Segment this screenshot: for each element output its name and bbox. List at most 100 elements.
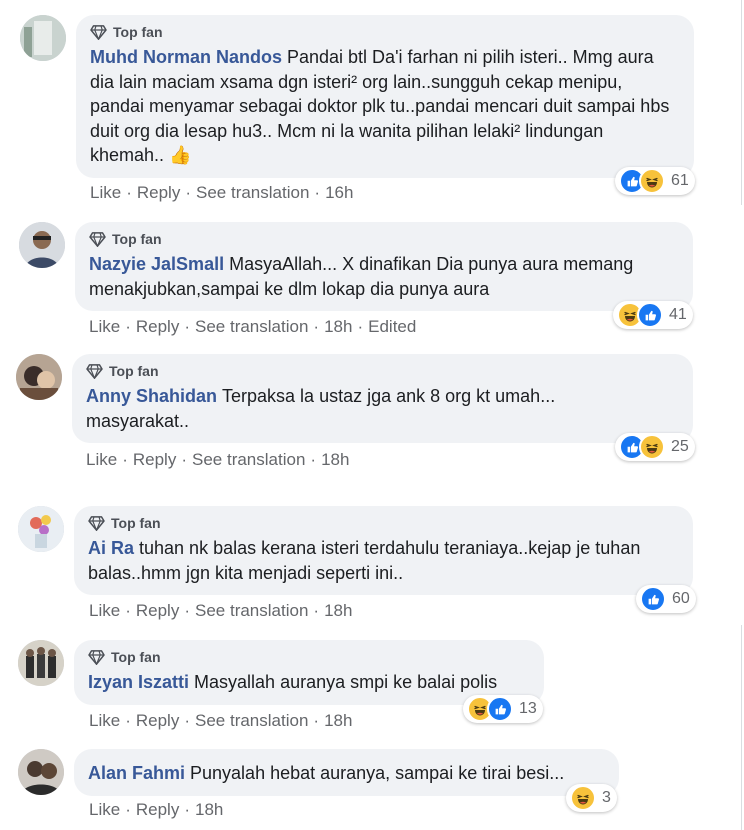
comment-text: Ai Ra tuhan nk balas kerana isteri terdah… (88, 536, 648, 585)
comment-text: Alan Fahmi Punyalah hebat auranya, sampai… (88, 761, 605, 786)
top-fan-badge: Top fan (88, 513, 679, 533)
thumbs-up-emoji: 👍 (169, 145, 192, 165)
separator: · (122, 450, 128, 469)
avatar-image (19, 222, 65, 268)
reply-link[interactable]: Reply (133, 450, 176, 470)
reply-link[interactable]: Reply (136, 317, 179, 337)
top-fan-badge: Top fan (88, 647, 530, 667)
reaction-count: 41 (669, 306, 687, 323)
separator: · (185, 183, 191, 202)
comment-text: Anny Shahidan Terpaksa la ustaz jga ank 8… (86, 384, 626, 433)
diamond-icon (88, 516, 105, 531)
reaction-summary[interactable]: 3 (566, 784, 617, 812)
reaction-count: 25 (671, 438, 689, 455)
haha-reaction-icon (639, 434, 665, 460)
edited-label[interactable]: Edited (368, 317, 416, 337)
like-link[interactable]: Like (89, 601, 120, 621)
reaction-summary[interactable]: 41 (613, 301, 693, 329)
top-fan-label: Top fan (111, 649, 161, 665)
reaction-summary[interactable]: 13 (463, 695, 543, 723)
avatar[interactable] (16, 354, 62, 400)
see-translation-link[interactable]: See translation (195, 601, 308, 621)
avatar-image (18, 640, 64, 686)
like-link[interactable]: Like (89, 711, 120, 731)
separator: · (184, 711, 190, 730)
comment-text: Nazyie JalSmall MasyaAllah... X dinafikan… (89, 252, 679, 301)
haha-reaction-icon (639, 168, 665, 194)
comment-bubble: Alan Fahmi Punyalah hebat auranya, sampai… (74, 749, 619, 796)
commenter-name[interactable]: Izyan Iszatti (88, 672, 189, 692)
avatar-image (20, 15, 66, 61)
reply-link[interactable]: Reply (136, 601, 179, 621)
timestamp[interactable]: 18h (321, 450, 349, 470)
separator: · (125, 317, 131, 336)
reaction-summary[interactable]: 25 (615, 433, 695, 461)
separator: · (313, 601, 320, 620)
see-translation-link[interactable]: See translation (192, 450, 305, 470)
comment-bubble: Top fan Nazyie JalSmall MasyaAllah... X d… (75, 222, 693, 311)
reply-link[interactable]: Reply (136, 800, 179, 820)
timestamp[interactable]: 18h (324, 317, 352, 337)
reaction-count: 13 (519, 700, 537, 717)
see-translation-link[interactable]: See translation (195, 317, 308, 337)
comment-actions: Like · Reply · See translation · 18h (89, 601, 352, 621)
like-reaction-icon (487, 696, 513, 722)
reaction-count: 3 (602, 789, 611, 806)
timestamp[interactable]: 18h (324, 601, 352, 621)
separator: · (125, 711, 131, 730)
commenter-name[interactable]: Nazyie JalSmall (89, 254, 224, 274)
top-fan-label: Top fan (113, 24, 163, 40)
reply-link[interactable]: Reply (136, 711, 179, 731)
separator: · (125, 800, 131, 819)
see-translation-link[interactable]: See translation (195, 711, 308, 731)
top-fan-label: Top fan (109, 363, 159, 379)
like-link[interactable]: Like (86, 450, 117, 470)
timestamp[interactable]: 18h (195, 800, 223, 820)
commenter-name[interactable]: Muhd Norman Nandos (90, 47, 282, 67)
separator: · (181, 450, 187, 469)
separator: · (310, 450, 317, 469)
top-fan-badge: Top fan (89, 229, 679, 249)
avatar[interactable] (18, 506, 64, 552)
commenter-name[interactable]: Ai Ra (88, 538, 134, 558)
separator: · (125, 601, 131, 620)
avatar[interactable] (19, 222, 65, 268)
like-reaction-icon (637, 302, 663, 328)
comment-actions: Like · Reply · See translation · 18h · Edite… (89, 317, 416, 337)
comment-actions: Like · Reply · 18h (89, 800, 223, 820)
comment-bubble: Top fan Ai Ra tuhan nk balas kerana ister… (74, 506, 693, 595)
timestamp[interactable]: 16h (325, 183, 353, 203)
avatar[interactable] (18, 640, 64, 686)
screenshot-edge (741, 625, 742, 830)
comment-actions: Like · Reply · See translation · 16h (90, 183, 353, 203)
comment-body: tuhan nk balas kerana isteri terdahulu t… (88, 538, 641, 583)
commenter-name[interactable]: Anny Shahidan (86, 386, 217, 406)
comment-text: Izyan Iszatti Masyallah auranya smpi ke b… (88, 670, 530, 695)
commenter-name[interactable]: Alan Fahmi (88, 763, 185, 783)
like-link[interactable]: Like (89, 800, 120, 820)
separator: · (313, 711, 320, 730)
reaction-summary[interactable]: 60 (636, 585, 696, 613)
reply-link[interactable]: Reply (137, 183, 180, 203)
see-translation-link[interactable]: See translation (196, 183, 309, 203)
top-fan-badge: Top fan (86, 361, 679, 381)
separator: · (184, 601, 190, 620)
separator: · (357, 317, 364, 336)
avatar-image (16, 354, 62, 400)
top-fan-label: Top fan (112, 231, 162, 247)
separator: · (184, 800, 190, 819)
like-link[interactable]: Like (90, 183, 121, 203)
like-link[interactable]: Like (89, 317, 120, 337)
reaction-summary[interactable]: 61 (615, 167, 695, 195)
separator: · (314, 183, 321, 202)
screenshot-edge (741, 0, 742, 205)
diamond-icon (89, 232, 106, 247)
reaction-count: 60 (672, 590, 690, 607)
avatar[interactable] (18, 749, 64, 795)
separator: · (126, 183, 132, 202)
timestamp[interactable]: 18h (324, 711, 352, 731)
top-fan-badge: Top fan (90, 22, 680, 42)
avatar[interactable] (20, 15, 66, 61)
avatar-image (18, 749, 64, 795)
diamond-icon (88, 650, 105, 665)
